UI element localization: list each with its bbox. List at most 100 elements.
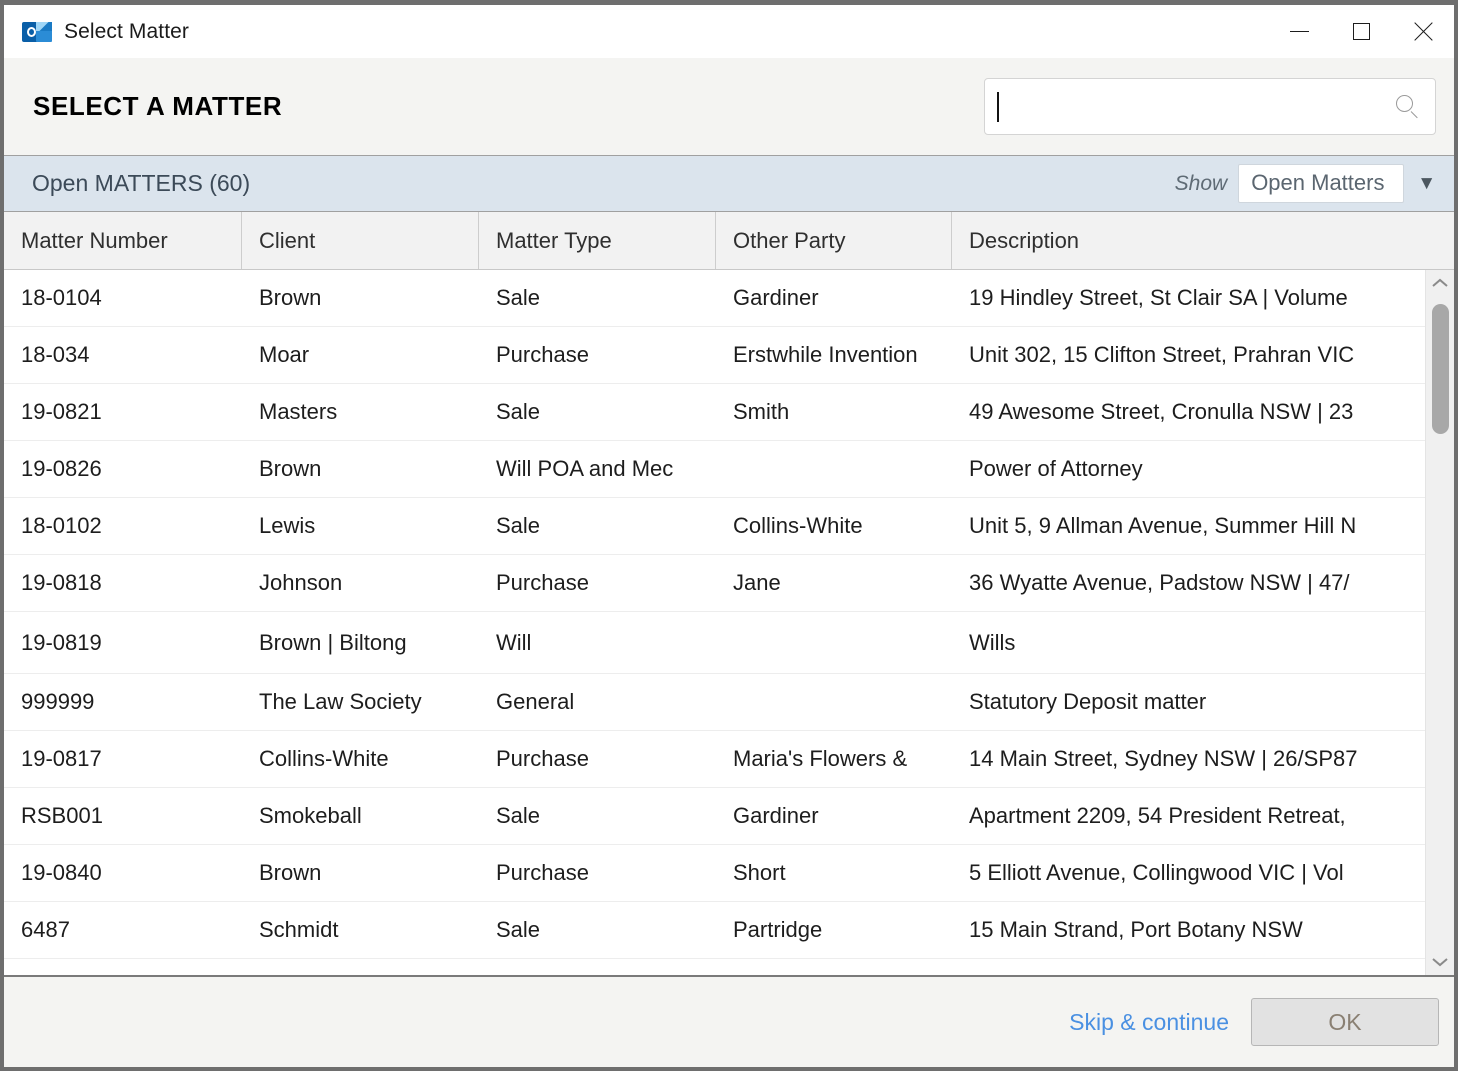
cell-client: Brown [259, 456, 322, 481]
cell-description: 15 Main Strand, Port Botany NSW [969, 917, 1303, 942]
maximize-button[interactable] [1330, 5, 1392, 58]
search-input[interactable] [1001, 95, 1395, 118]
search-box[interactable] [984, 78, 1436, 135]
column-header-matter-type[interactable]: Matter Type [479, 212, 716, 269]
grid-body: 18-0104 Brown Sale Gardiner 19 Hindley Stree… [4, 270, 1425, 975]
cell-matter-number: 18-0104 [21, 285, 102, 310]
scroll-up-button[interactable] [1426, 270, 1454, 296]
window-title: Select Matter [64, 19, 190, 43]
cell-matter-number: 19-0840 [21, 860, 102, 885]
cell-client: Masters [259, 399, 338, 424]
cell-description: Wills [969, 629, 1016, 655]
grid-body-wrapper: 18-0104 Brown Sale Gardiner 19 Hindley Stree… [4, 270, 1454, 975]
cell-other-party: Partridge [733, 917, 823, 942]
cell-other-party: Maria's Flowers & [733, 746, 908, 771]
cell-client: Smokeball [259, 803, 362, 828]
text-caret [997, 91, 999, 122]
table-row[interactable]: 19-0818 Johnson Purchase Jane 36 Wyatte Aven… [4, 555, 1425, 612]
table-row[interactable]: 19-0819 Brown | Biltong Will Wills [4, 612, 1425, 674]
cell-other-party [716, 612, 952, 673]
cell-matter-number: RSB001 [21, 803, 103, 828]
cell-description: 36 Wyatte Avenue, Padstow NSW | 47/ [969, 570, 1350, 595]
column-header-other-party[interactable]: Other Party [716, 212, 952, 269]
table-row[interactable]: RSB001 Smokeball Sale Gardiner Apartment 220… [4, 788, 1425, 845]
cell-other-party: Collins-White [733, 513, 863, 538]
outlook-icon [22, 19, 52, 45]
column-header-description[interactable]: Description [952, 212, 1454, 269]
cell-matter-number: 19-0819 [21, 629, 102, 655]
table-row[interactable]: 6487 Schmidt Sale Partridge 15 Main Strand, … [4, 902, 1425, 959]
cell-client: Moar [259, 342, 310, 367]
search-icon[interactable] [1395, 94, 1421, 120]
cell-matter-number: 999999 [21, 689, 95, 714]
grid-header-row: Matter Number Client Matter Type Other P… [4, 212, 1454, 270]
vertical-scrollbar[interactable] [1425, 270, 1454, 975]
window-controls [1268, 5, 1454, 58]
column-header-matter-number[interactable]: Matter Number [4, 212, 242, 269]
minimize-button[interactable] [1268, 5, 1330, 58]
scrollbar-track[interactable] [1426, 296, 1454, 949]
cell-description: Unit 302, 15 Clifton Street, Prahran VIC [969, 342, 1355, 367]
dialog-footer: Skip & continue OK [4, 975, 1454, 1067]
scroll-down-button[interactable] [1426, 949, 1454, 975]
cell-description: 19 Hindley Street, St Clair SA | Volume [969, 285, 1348, 310]
cell-matter-type: Purchase [496, 860, 589, 885]
select-matter-dialog: Select Matter SELECT A MATTER Open MATTE… [0, 0, 1458, 1071]
table-row[interactable]: 19-0817 Collins-White Purchase Maria's Flow… [4, 731, 1425, 788]
cell-client: Brown [259, 285, 322, 310]
cell-description: Unit 5, 9 Allman Avenue, Summer Hill N [969, 513, 1357, 538]
close-button[interactable] [1392, 5, 1454, 58]
close-icon [1412, 21, 1434, 43]
chevron-down-icon[interactable]: ▼ [1415, 174, 1448, 193]
table-row[interactable]: 19-0840 Brown Purchase Short 5 Elliott Avenu… [4, 845, 1425, 902]
cell-matter-type: General [496, 689, 575, 714]
title-bar-left: Select Matter [4, 19, 189, 45]
cell-matter-type: Will [496, 629, 532, 655]
cell-other-party: Short [733, 860, 786, 885]
cell-client: Brown | Biltong [259, 629, 407, 655]
cell-matter-number: 19-0817 [21, 746, 102, 771]
cell-other-party [716, 441, 952, 497]
skip-and-continue-link[interactable]: Skip & continue [1069, 1009, 1229, 1036]
table-row[interactable]: 18-0102 Lewis Sale Collins-White Unit 5, 9 A… [4, 498, 1425, 555]
cell-client: Collins-White [259, 746, 389, 771]
cell-matter-type: Sale [496, 803, 541, 828]
cell-matter-type: Will POA and Mec [496, 456, 674, 481]
dialog-header: SELECT A MATTER [4, 58, 1454, 155]
cell-description: 5 Elliott Avenue, Collingwood VIC | Vol [969, 860, 1344, 885]
cell-other-party: Erstwhile Invention [733, 342, 918, 367]
maximize-icon [1352, 23, 1370, 40]
cell-description: 14 Main Street, Sydney NSW | 26/SP87 [969, 746, 1358, 771]
cell-client: Brown [259, 860, 322, 885]
cell-description: Statutory Deposit matter [969, 689, 1207, 714]
cell-description: 49 Awesome Street, Cronulla NSW | 23 [969, 399, 1354, 424]
cell-other-party: Smith [733, 399, 790, 424]
table-row[interactable]: 18-0104 Brown Sale Gardiner 19 Hindley Stree… [4, 270, 1425, 327]
cell-other-party: Jane [733, 570, 781, 595]
table-row[interactable]: 18-034 Moar Purchase Erstwhile Invention Uni… [4, 327, 1425, 384]
column-header-client[interactable]: Client [242, 212, 479, 269]
table-row[interactable]: 999999 The Law Society General Statutory De… [4, 674, 1425, 731]
cell-matter-number: 19-0821 [21, 399, 102, 424]
cell-other-party: Gardiner [733, 285, 819, 310]
cell-matter-type: Purchase [496, 746, 589, 771]
cell-matter-number: 6487 [21, 917, 70, 942]
cell-matter-type: Sale [496, 399, 541, 424]
cell-matter-number: 19-0818 [21, 570, 102, 595]
cell-description: Power of Attorney [969, 456, 1143, 481]
cell-client: Johnson [259, 570, 343, 595]
show-filter-group: Show Open Matters ▼ [1175, 164, 1448, 203]
show-filter-select[interactable]: Open Matters [1238, 164, 1405, 203]
minimize-icon [1289, 31, 1309, 32]
cell-matter-type: Sale [496, 917, 541, 942]
matters-summary-bar: Open MATTERS (60) Show Open Matters ▼ [4, 155, 1454, 212]
matters-count-label: Open MATTERS (60) [32, 170, 251, 196]
ok-button[interactable]: OK [1251, 998, 1439, 1046]
table-row[interactable]: 19-0821 Masters Sale Smith 49 Awesome Street… [4, 384, 1425, 441]
cell-other-party [716, 674, 952, 730]
table-row[interactable]: 19-0826 Brown Will POA and Mec Power of Att… [4, 441, 1425, 498]
cell-matter-type: Sale [496, 513, 541, 538]
cell-matter-type: Sale [496, 285, 541, 310]
cell-client: Lewis [259, 513, 316, 538]
scrollbar-thumb[interactable] [1432, 304, 1449, 434]
